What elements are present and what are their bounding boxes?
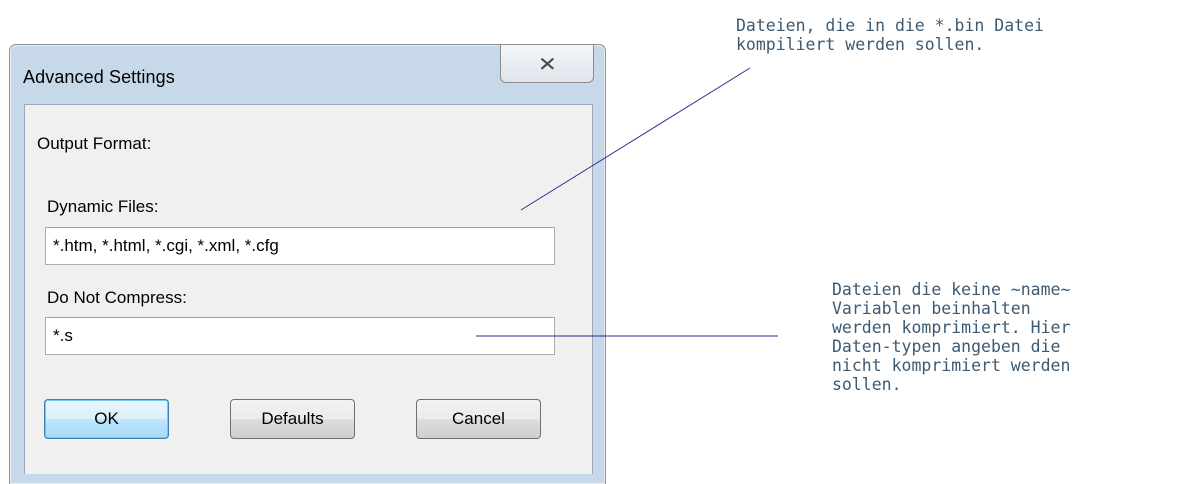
screenshot-canvas: Advanced Settings ✕ Output Format: Dynam… xyxy=(0,0,1202,484)
dialog-title: Advanced Settings xyxy=(23,67,175,87)
dialog-client-area: Output Format: Dynamic Files: *.htm, *.h… xyxy=(24,104,593,474)
cancel-button[interactable]: Cancel xyxy=(416,399,541,439)
dynamic-files-label: Dynamic Files: xyxy=(47,197,159,216)
dynamic-files-annotation: Dateien, die in die *.bin Datei kompilie… xyxy=(736,16,1044,54)
advanced-settings-dialog: Advanced Settings ✕ Output Format: Dynam… xyxy=(9,44,606,484)
defaults-button[interactable]: Defaults xyxy=(230,399,355,439)
close-icon: ✕ xyxy=(537,51,557,76)
dynamic-files-field[interactable]: *.htm, *.html, *.cgi, *.xml, *.cfg xyxy=(45,227,555,265)
dialog-titlebar[interactable]: Advanced Settings ✕ xyxy=(10,45,605,105)
close-button[interactable]: ✕ xyxy=(500,45,594,83)
do-not-compress-field[interactable]: *.s xyxy=(45,317,555,355)
output-format-label: Output Format: xyxy=(37,134,152,153)
do-not-compress-label: Do Not Compress: xyxy=(47,288,187,307)
compress-annotation: Dateien die keine ~name~ Variablen beinh… xyxy=(832,280,1071,394)
ok-button[interactable]: OK xyxy=(44,399,169,439)
